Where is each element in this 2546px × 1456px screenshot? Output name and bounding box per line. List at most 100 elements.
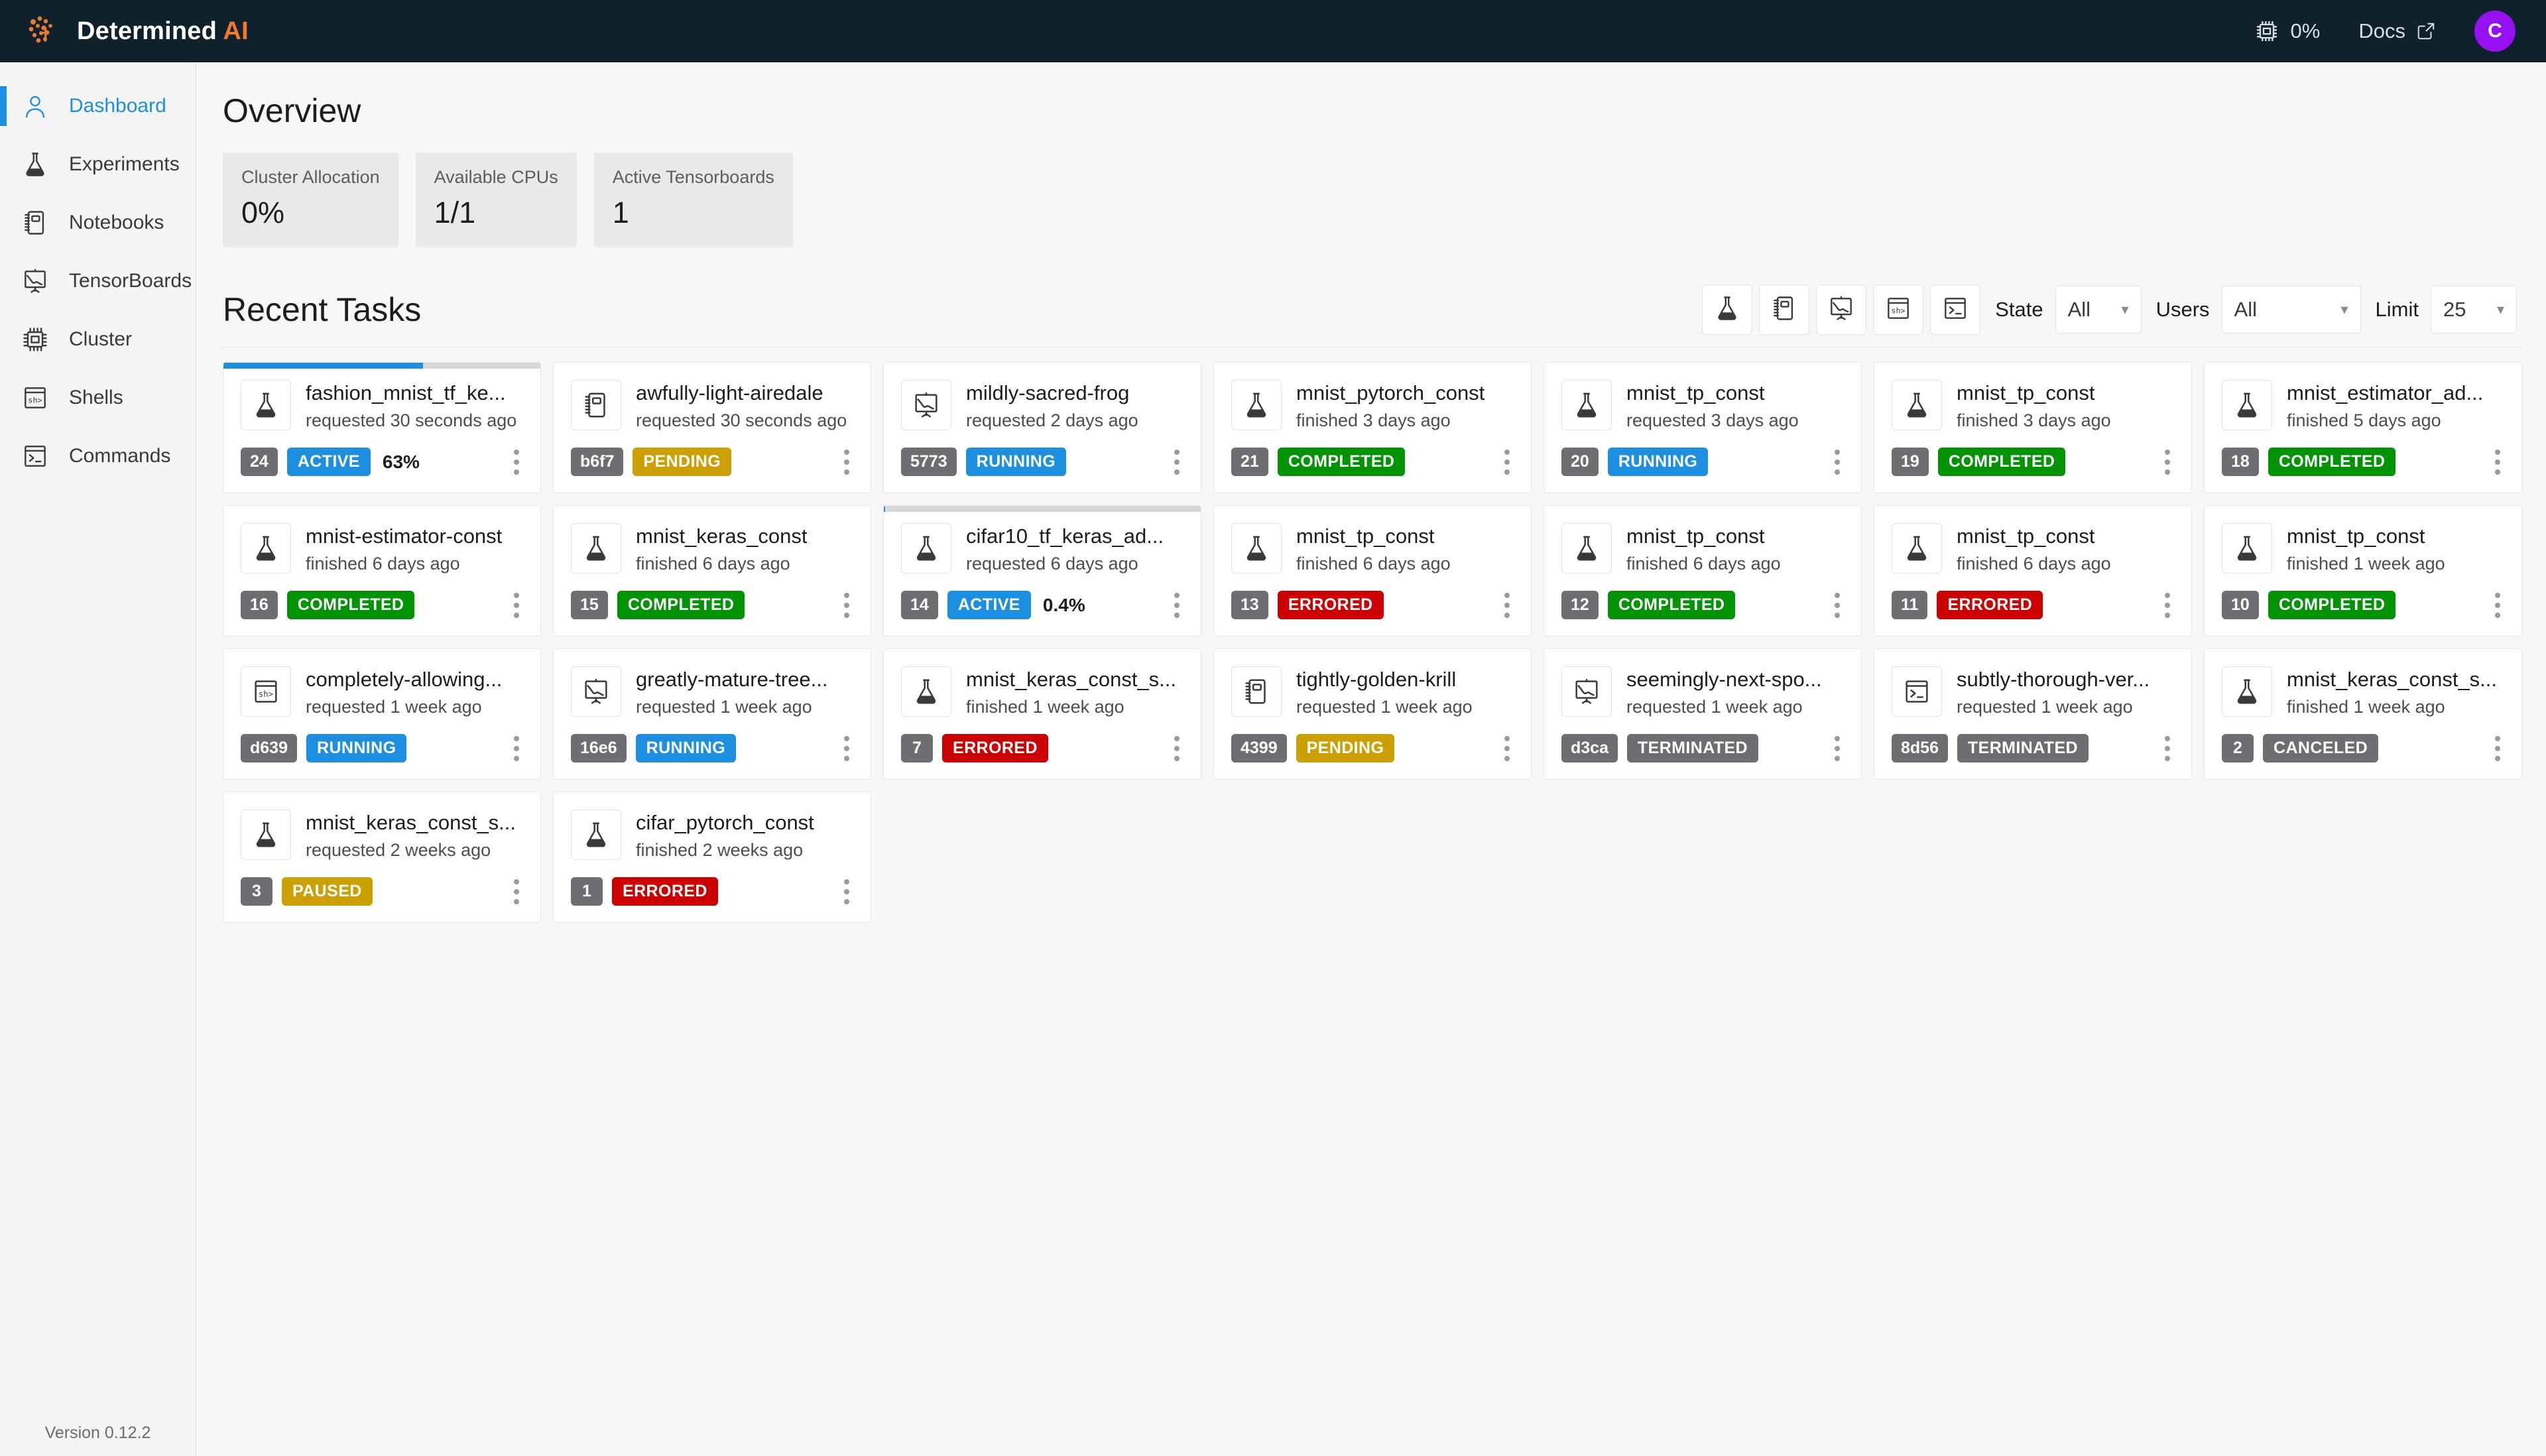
task-card[interactable]: tightly-golden-krill requested 1 week ago… (1213, 648, 1532, 780)
task-actions-menu-icon[interactable] (1495, 446, 1514, 479)
limit-select[interactable]: 25 ▾ (2431, 286, 2517, 334)
task-actions-menu-icon[interactable] (505, 875, 523, 908)
flask-icon (1713, 294, 1742, 326)
tasks-toolbar: sh> State All ▾ Users All ▾ Limit 25 ▾ (1702, 284, 2522, 335)
task-card[interactable]: cifar_pytorch_const finished 2 weeks ago 1… (553, 792, 871, 923)
task-card[interactable]: cifar10_tf_keras_ad... requested 6 days a… (883, 505, 1201, 637)
state-select[interactable]: All ▾ (2055, 286, 2142, 334)
sidebar-item-label: TensorBoards (69, 270, 192, 292)
task-card[interactable]: mnist_keras_const_s... requested 2 weeks … (223, 792, 541, 923)
task-card[interactable]: mnist_tp_const finished 6 days ago 13 ERROR… (1213, 505, 1532, 637)
task-actions-menu-icon[interactable] (2486, 446, 2504, 479)
task-actions-menu-icon[interactable] (835, 732, 853, 765)
brand-logo-link[interactable]: Determined AI (0, 13, 249, 50)
sidebar-item-notebooks[interactable]: Notebooks (0, 194, 196, 252)
task-actions-menu-icon[interactable] (1825, 732, 1844, 765)
task-name: completely-allowing... (306, 668, 503, 691)
sidebar-item-experiments[interactable]: Experiments (0, 135, 196, 194)
filter-button-tensorboards[interactable] (1816, 284, 1867, 335)
task-name: cifar10_tf_keras_ad... (966, 524, 1164, 548)
task-id-badge: 15 (571, 591, 608, 620)
task-card[interactable]: mnist_keras_const_s... finished 1 week ag… (2204, 648, 2522, 780)
task-actions-menu-icon[interactable] (835, 446, 853, 479)
task-actions-menu-icon[interactable] (505, 732, 523, 765)
task-card-grid: fashion_mnist_tf_ke... requested 30 secon… (220, 362, 2522, 923)
task-card-header: sh> completely-allowing... requested 1 wee… (241, 666, 523, 717)
task-actions-menu-icon[interactable] (1495, 589, 1514, 622)
cpu-chip-icon (2254, 18, 2280, 44)
sidebar-item-dashboard[interactable]: Dashboard (0, 77, 196, 135)
task-actions-menu-icon[interactable] (1165, 589, 1183, 622)
task-card-header: seemingly-next-spo... requested 1 week ag… (1561, 666, 1844, 717)
task-actions-menu-icon[interactable] (835, 875, 853, 908)
sidebar-item-cluster[interactable]: Cluster (0, 310, 196, 369)
task-name: awfully-light-airedale (636, 381, 823, 404)
task-id-badge: 2 (2222, 734, 2254, 763)
task-card-footer: 3 PAUSED (241, 875, 523, 908)
task-card-meta: mnist_tp_const finished 6 days ago (1626, 523, 1781, 574)
task-card-meta: mnist_tp_const finished 6 days ago (1296, 523, 1451, 574)
task-card-meta: greatly-mature-tree... requested 1 week a… (636, 666, 827, 717)
task-actions-menu-icon[interactable] (2486, 589, 2504, 622)
task-card[interactable]: greatly-mature-tree... requested 1 week a… (553, 648, 871, 780)
filter-button-commands[interactable] (1930, 284, 1981, 335)
cpu-chip-icon (20, 324, 50, 355)
cluster-usage-indicator[interactable]: 0% (2254, 18, 2321, 44)
sidebar-nav: Dashboard Experiments Notebooks TensorBoard… (0, 62, 196, 485)
task-card[interactable]: mnist_tp_const finished 6 days ago 12 COMPL… (1544, 505, 1862, 637)
task-id-badge: 18 (2222, 448, 2259, 477)
task-actions-menu-icon[interactable] (1825, 589, 1844, 622)
task-actions-menu-icon[interactable] (1825, 446, 1844, 479)
task-actions-menu-icon[interactable] (1165, 446, 1183, 479)
task-card[interactable]: subtly-thorough-ver... requested 1 week a… (1874, 648, 2192, 780)
users-select[interactable]: All ▾ (2221, 286, 2361, 334)
sidebar-item-commands[interactable]: Commands (0, 427, 196, 485)
task-card[interactable]: mnist_tp_const requested 3 days ago 20 RUNN… (1544, 362, 1862, 493)
cluster-usage-value: 0% (2290, 19, 2321, 42)
overview-stats: Cluster Allocation 0% Available CPUs 1/1 Act… (220, 152, 2522, 247)
task-actions-menu-icon[interactable] (505, 446, 523, 479)
task-card[interactable]: mnist_keras_const finished 6 days ago 15 CO… (553, 505, 871, 637)
sidebar-item-tensorboards[interactable]: TensorBoards (0, 252, 196, 310)
task-actions-menu-icon[interactable] (2486, 732, 2504, 765)
task-card[interactable]: mnist_estimator_ad... finished 5 days ago… (2204, 362, 2522, 493)
task-actions-menu-icon[interactable] (2155, 732, 2174, 765)
filter-button-experiments[interactable] (1702, 284, 1753, 335)
task-card[interactable]: sh> completely-allowing... requested 1 wee… (223, 648, 541, 780)
brand-title: Determined AI (77, 17, 249, 45)
task-time: finished 5 days ago (2287, 410, 2441, 430)
task-card[interactable]: mnist_keras_const_s... finished 1 week ag… (883, 648, 1201, 780)
task-card[interactable]: fashion_mnist_tf_ke... requested 30 secon… (223, 362, 541, 493)
flask-icon (901, 523, 951, 574)
filter-button-notebooks[interactable] (1759, 284, 1810, 335)
task-actions-menu-icon[interactable] (2155, 446, 2174, 479)
sidebar-item-shells[interactable]: sh> Shells (0, 369, 196, 427)
filter-button-shells[interactable]: sh> (1873, 284, 1924, 335)
chevron-down-icon: ▾ (2121, 301, 2129, 318)
flask-icon (571, 810, 621, 860)
task-card[interactable]: mnist_tp_const finished 1 week ago 10 COMPL… (2204, 505, 2522, 637)
task-card[interactable]: seemingly-next-spo... requested 1 week ag… (1544, 648, 1862, 780)
docs-link[interactable]: Docs (2358, 19, 2436, 43)
task-name: mnist_tp_const (1957, 524, 2095, 548)
task-card[interactable]: mnist_tp_const finished 6 days ago 11 ERROR… (1874, 505, 2192, 637)
task-time: finished 6 days ago (1626, 553, 1781, 574)
flask-icon (1892, 380, 1942, 430)
status-badge: ERRORED (1277, 591, 1384, 620)
task-actions-menu-icon[interactable] (2155, 589, 2174, 622)
task-actions-menu-icon[interactable] (505, 589, 523, 622)
task-card[interactable]: mnist_tp_const finished 3 days ago 19 COMPL… (1874, 362, 2192, 493)
stat-card: Available CPUs 1/1 (415, 152, 577, 247)
task-actions-menu-icon[interactable] (835, 589, 853, 622)
task-name: mnist_estimator_ad... (2287, 381, 2484, 404)
task-actions-menu-icon[interactable] (1495, 732, 1514, 765)
task-card-meta: mnist_tp_const finished 6 days ago (1957, 523, 2111, 574)
task-actions-menu-icon[interactable] (1165, 732, 1183, 765)
task-card[interactable]: mildly-sacred-frog requested 2 days ago 57… (883, 362, 1201, 493)
task-card[interactable]: mnist-estimator-const finished 6 days ago… (223, 505, 541, 637)
task-card[interactable]: awfully-light-airedale requested 30 secon… (553, 362, 871, 493)
task-card-header: mnist_tp_const finished 6 days ago (1231, 523, 1514, 574)
filter-label: Users (2155, 298, 2210, 321)
task-card[interactable]: mnist_pytorch_const finished 3 days ago 21… (1213, 362, 1532, 493)
avatar[interactable]: C (2474, 11, 2516, 52)
